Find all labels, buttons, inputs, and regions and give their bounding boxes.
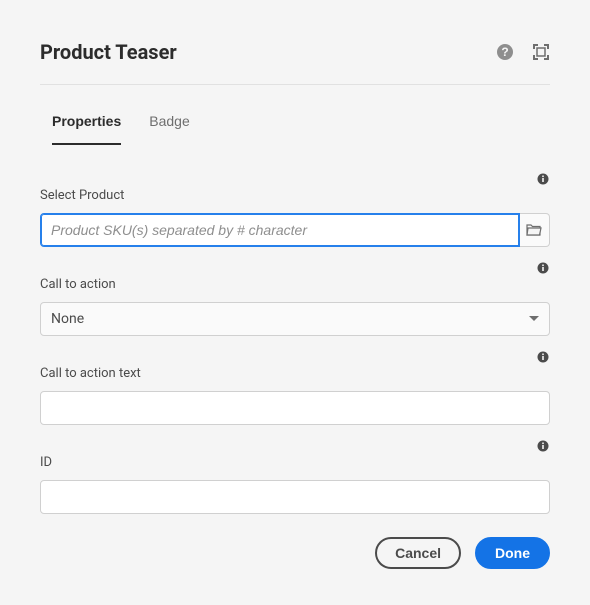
select-product-input[interactable] bbox=[40, 213, 520, 247]
folder-open-icon bbox=[526, 223, 542, 237]
field-call-to-action: Call to action None bbox=[40, 261, 550, 336]
field-select-product: Select Product bbox=[40, 172, 550, 247]
header-actions: ? bbox=[496, 43, 550, 61]
browse-product-button[interactable] bbox=[520, 213, 550, 247]
svg-text:?: ? bbox=[501, 45, 508, 59]
dialog-footer: Cancel Done bbox=[40, 517, 550, 575]
tab-properties[interactable]: Properties bbox=[52, 103, 121, 145]
done-button[interactable]: Done bbox=[475, 537, 550, 569]
cancel-button[interactable]: Cancel bbox=[375, 537, 461, 569]
call-to-action-text-input[interactable] bbox=[40, 391, 550, 425]
chevron-down-icon bbox=[529, 316, 539, 322]
tab-badge[interactable]: Badge bbox=[149, 103, 189, 145]
properties-form: Select Product Call to action None bbox=[40, 146, 550, 517]
info-icon[interactable] bbox=[536, 439, 550, 453]
call-to-action-label: Call to action bbox=[40, 277, 550, 292]
dialog-header: Product Teaser ? bbox=[40, 40, 550, 85]
id-label: ID bbox=[40, 455, 550, 470]
field-call-to-action-text: Call to action text bbox=[40, 350, 550, 425]
info-icon[interactable] bbox=[536, 350, 550, 364]
fullscreen-icon bbox=[532, 43, 550, 61]
call-to-action-select[interactable]: None bbox=[40, 302, 550, 336]
dialog-title: Product Teaser bbox=[40, 40, 177, 64]
help-button[interactable]: ? bbox=[496, 43, 514, 61]
select-product-label: Select Product bbox=[40, 188, 550, 203]
tab-bar: Properties Badge bbox=[40, 103, 550, 146]
field-id: ID bbox=[40, 439, 550, 514]
call-to-action-value: None bbox=[51, 311, 84, 327]
info-icon[interactable] bbox=[536, 261, 550, 275]
product-teaser-dialog: Product Teaser ? Properties Badge Select… bbox=[10, 10, 580, 595]
id-input[interactable] bbox=[40, 480, 550, 514]
call-to-action-text-label: Call to action text bbox=[40, 366, 550, 381]
info-icon[interactable] bbox=[536, 172, 550, 186]
fullscreen-button[interactable] bbox=[532, 43, 550, 61]
help-icon: ? bbox=[496, 43, 514, 61]
